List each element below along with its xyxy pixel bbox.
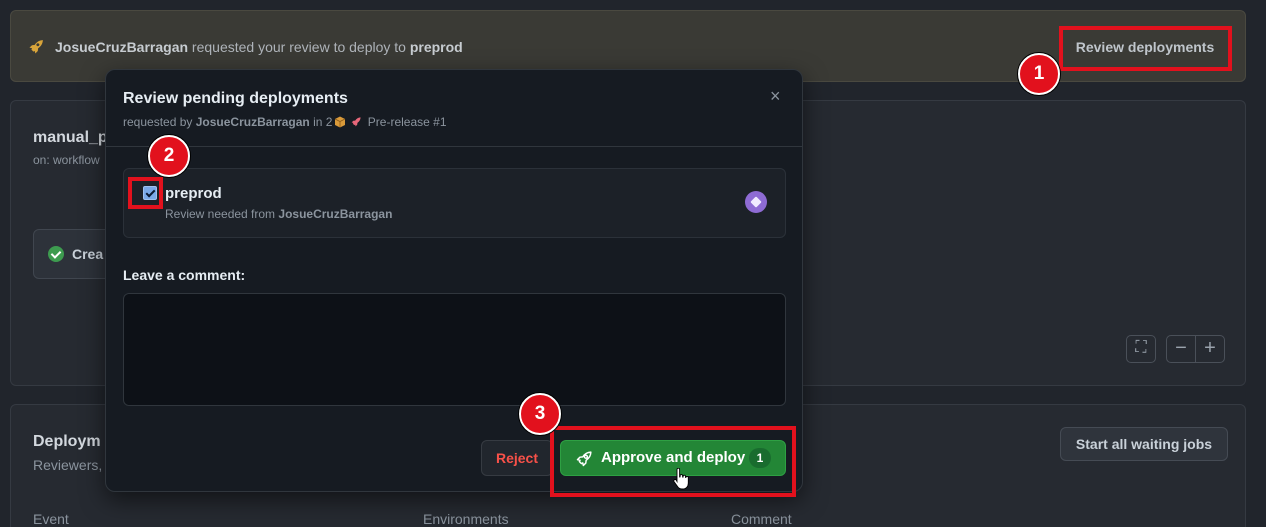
- reviewer-name: JosueCruzBarragan: [278, 207, 393, 221]
- workflow-trigger: on: workflow: [33, 153, 100, 167]
- package-icon: [335, 116, 346, 128]
- banner-actor[interactable]: JosueCruzBarragan: [55, 39, 188, 55]
- close-icon[interactable]: ×: [770, 86, 781, 107]
- requested-by-prefix: requested by: [123, 115, 196, 129]
- review-needed-prefix: Review needed from: [165, 207, 279, 221]
- pointer-cursor-icon: [673, 468, 689, 490]
- column-comment: Comment: [731, 511, 792, 527]
- review-deployments-button[interactable]: Review deployments: [1061, 28, 1229, 68]
- job-label: Crea: [72, 246, 104, 262]
- check-circle-icon: [48, 246, 64, 262]
- fullscreen-button[interactable]: ⛶: [1126, 335, 1156, 363]
- rocket-icon: [29, 40, 43, 54]
- dialog-subtitle: requested by JosueCruzBarragan in 2 Pre-…: [123, 115, 447, 129]
- step-badge-3: 3: [519, 393, 561, 435]
- step-badge-2: 2: [148, 135, 190, 177]
- rocket-icon: [576, 451, 592, 467]
- requester-name[interactable]: JosueCruzBarragan: [196, 115, 310, 129]
- approve-count-badge: 1: [749, 448, 771, 468]
- banner-message: JosueCruzBarragan requested your review …: [55, 39, 463, 55]
- banner-environment: preprod: [409, 39, 463, 55]
- comment-textarea[interactable]: [123, 293, 786, 406]
- zoom-out-button[interactable]: −: [1166, 335, 1196, 363]
- dialog-divider: [106, 146, 802, 147]
- dialog-title: Review pending deployments: [123, 90, 348, 107]
- banner-middle: requested your review to deploy to: [188, 39, 410, 55]
- rocket-icon: [352, 117, 362, 127]
- column-event: Event: [33, 511, 69, 527]
- environment-reviewer: Review needed from JosueCruzBarragan: [165, 207, 392, 221]
- start-all-waiting-jobs-button[interactable]: Start all waiting jobs: [1060, 427, 1228, 461]
- requested-in: in 2: [309, 115, 333, 129]
- review-deployments-dialog: Review pending deployments requested by …: [105, 69, 803, 492]
- avatar-icon: [745, 191, 767, 213]
- deployments-title: Deploym: [33, 433, 101, 450]
- environment-name: preprod: [165, 185, 222, 202]
- release-link[interactable]: Pre-release #1: [368, 115, 447, 129]
- environment-checkbox[interactable]: [143, 186, 157, 200]
- workflow-name[interactable]: manual_p: [33, 129, 108, 147]
- column-environments: Environments: [423, 511, 509, 527]
- reject-button[interactable]: Reject: [481, 440, 553, 476]
- comment-label: Leave a comment:: [123, 267, 246, 283]
- step-badge-1: 1: [1018, 53, 1060, 95]
- deployments-subtitle: Reviewers,: [33, 457, 103, 473]
- zoom-in-button[interactable]: +: [1195, 335, 1225, 363]
- environment-row[interactable]: preprod Review needed from JosueCruzBarr…: [123, 168, 786, 238]
